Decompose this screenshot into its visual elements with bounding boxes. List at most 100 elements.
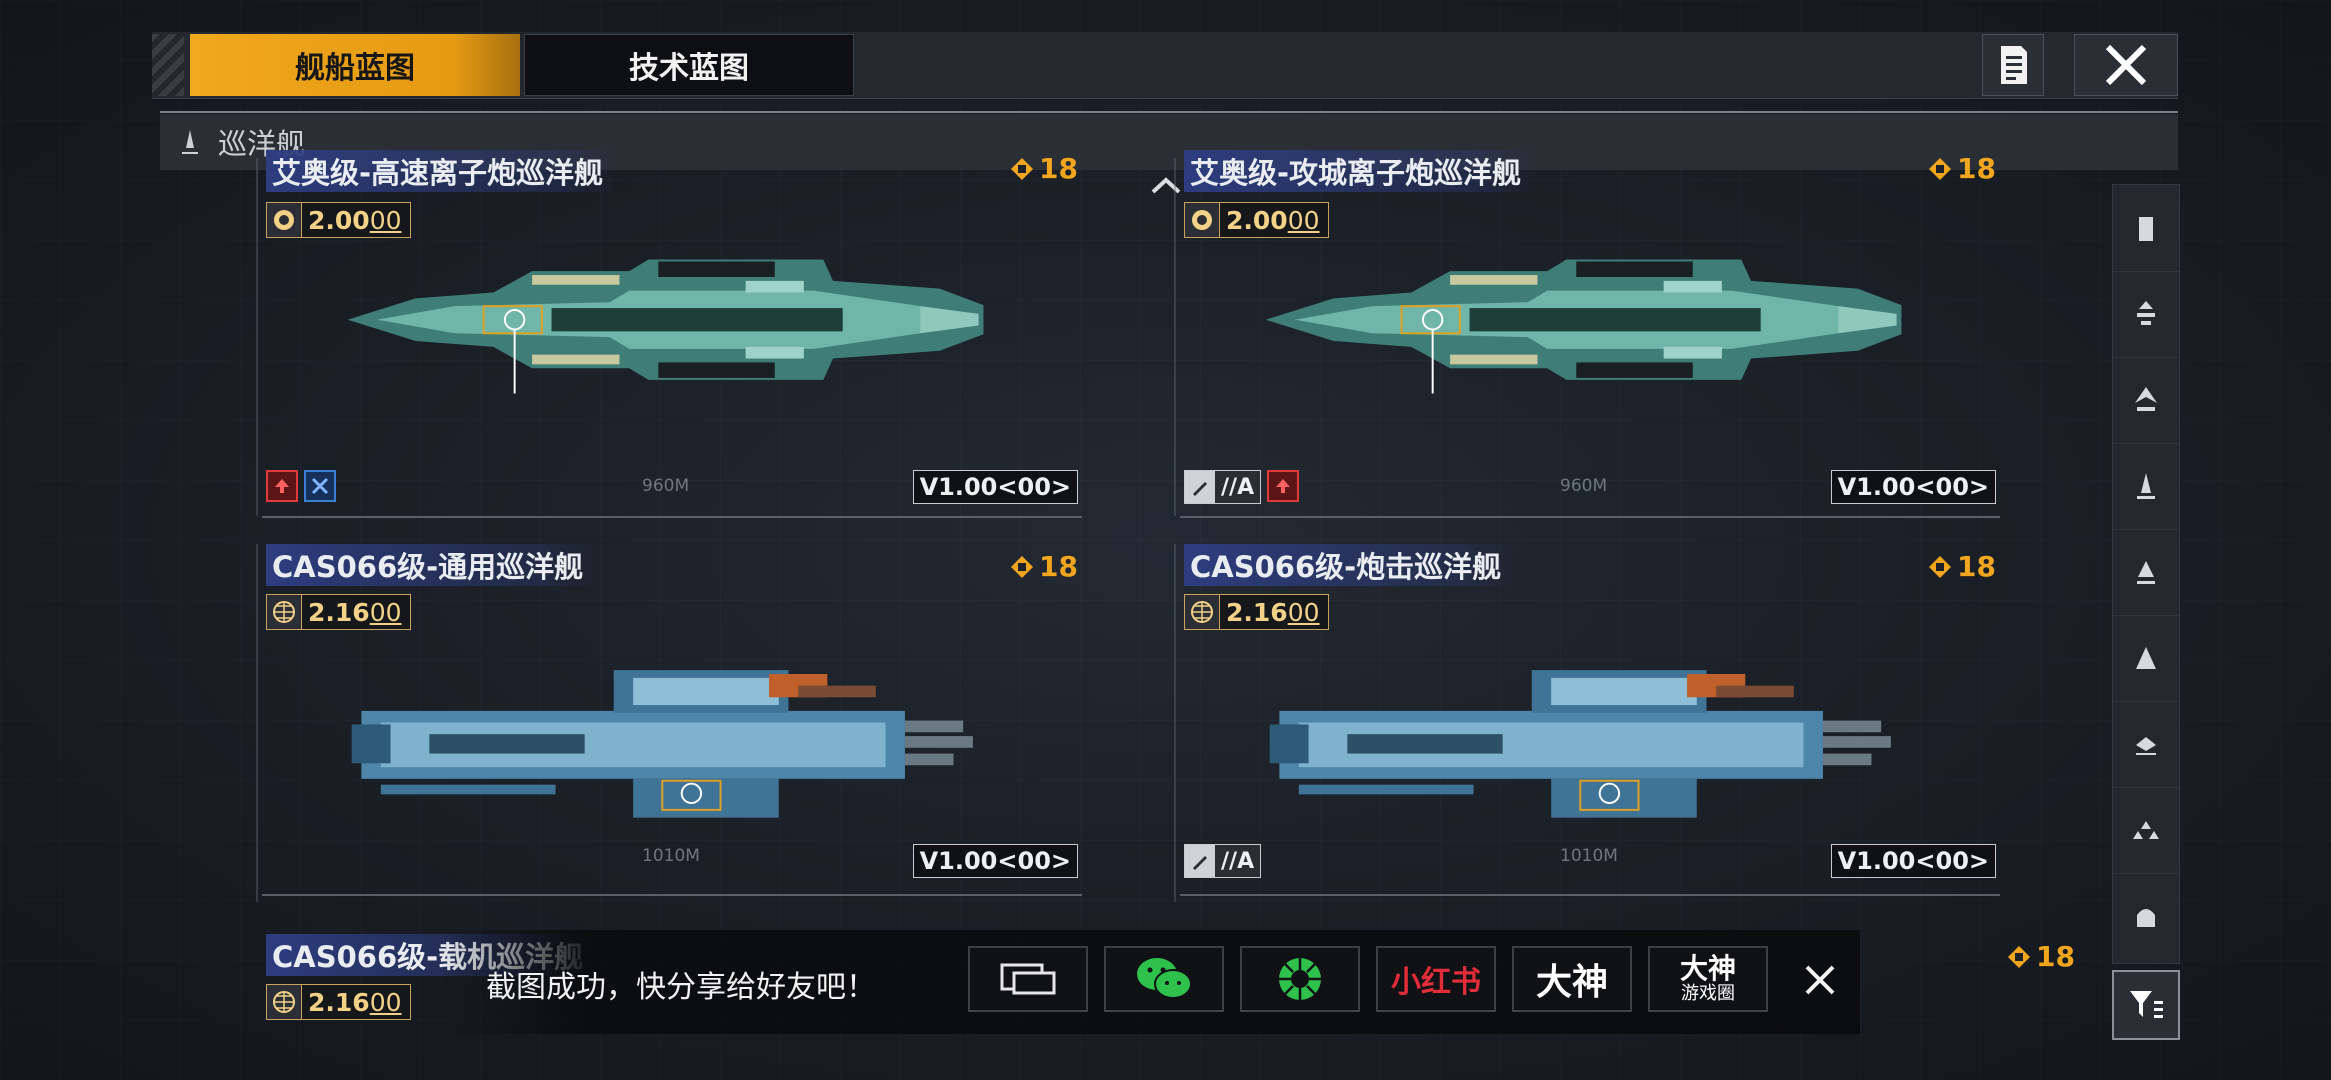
ship-tags: //A: [1184, 470, 1300, 504]
price-main: 2.16: [1226, 597, 1288, 627]
share-moments-button[interactable]: [1240, 946, 1360, 1012]
ship-cost-value: 18: [1039, 550, 1078, 583]
ship-tags: //A: [1184, 844, 1262, 878]
price-sub: 00: [369, 987, 402, 1017]
fighter-icon: [2133, 821, 2159, 839]
card-bottom-line: [1180, 516, 2000, 518]
cruiser-icon: [2137, 473, 2155, 499]
tab-tech-blueprint[interactable]: 技术蓝图: [524, 34, 854, 96]
weapon-tag-label: //A: [1215, 471, 1261, 503]
ship-cost: 18: [1927, 152, 1996, 185]
filter-battleship[interactable]: [2113, 615, 2179, 702]
dashen-circle-logo: 大神 游戏圈: [1680, 955, 1736, 1003]
wechat-icon: [1137, 958, 1192, 999]
close-icon: [1805, 965, 1835, 995]
card-frame: [256, 158, 258, 516]
share-dashen-circle-button[interactable]: 大神 游戏圈: [1648, 946, 1768, 1012]
dashen-logo: 大神: [1535, 962, 1608, 1003]
cost-icon: [1929, 157, 1952, 180]
ship-cost: 18: [1009, 550, 1078, 583]
blueprint-list-button[interactable]: [1982, 34, 2044, 96]
ship-cost: 18: [1927, 550, 1996, 583]
filter-corvette[interactable]: [2113, 873, 2179, 959]
ship-image: [1268, 669, 1892, 819]
ship-image: [350, 669, 974, 819]
cost-icon: [2008, 945, 2031, 968]
resource-icon: [267, 203, 302, 237]
cruiser-icon: [174, 126, 206, 158]
price-main: 2.16: [308, 597, 370, 627]
card-frame: [1174, 158, 1176, 516]
filter-destroyer[interactable]: [2113, 357, 2179, 444]
ship-title: 艾奥级-攻城离子炮巡洋舰: [1184, 150, 1534, 192]
red-upgrade-icon: [1267, 470, 1300, 502]
weapon-tag: //A: [1184, 470, 1262, 504]
share-toast: 截图成功，快分享给好友吧！ 小红书 大神 大神 游戏圈: [440, 930, 1860, 1034]
ship-card[interactable]: 艾奥级-高速离子炮巡洋舰 18 2.00 00 960M V1.00<00>: [256, 150, 1082, 518]
battlecruiser-icon: [2137, 561, 2155, 584]
resource-icon: [1185, 203, 1220, 237]
ship-cost-value: 18: [1039, 152, 1078, 185]
chevron-up-icon: [1150, 175, 1182, 199]
ship-version: V1.00<00>: [912, 470, 1078, 504]
ship-length: 1010M: [642, 846, 700, 866]
share-link-button[interactable]: [968, 946, 1088, 1012]
filter-battlecruiser[interactable]: [2113, 529, 2179, 616]
xiaohongshu-logo: 小红书: [1391, 965, 1481, 1000]
filter-carrier[interactable]: [2113, 185, 2179, 272]
blue-crossed-icon: [304, 470, 336, 502]
battleship-icon: [2136, 647, 2156, 669]
filter-button[interactable]: [2112, 970, 2180, 1040]
share-message: 截图成功，快分享给好友吧！: [486, 970, 876, 1005]
ship-version: V1.00<00>: [1830, 844, 1996, 878]
top-divider: [160, 111, 2178, 113]
ship-card[interactable]: CAS066级-炮击巡洋舰 18 2.16 00 //A 1010M V1.00…: [1174, 544, 2000, 902]
filter-cruiser[interactable]: [2113, 443, 2179, 530]
filter-auxiliary[interactable]: [2113, 701, 2179, 788]
ship-length: 960M: [1560, 476, 1608, 496]
close-icon: [2105, 44, 2147, 86]
cost-icon: [1011, 157, 1034, 180]
frigate-icon: [2137, 301, 2155, 325]
ship-image: [346, 258, 985, 395]
top-bar-stripe: [152, 34, 184, 96]
price-sub: 00: [369, 597, 402, 627]
price-main: 2.16: [308, 987, 370, 1017]
document-list-icon: [2001, 46, 2027, 84]
corvette-icon: [2137, 909, 2155, 927]
carrier-icon: [2139, 217, 2153, 241]
ship-card[interactable]: CAS066级-通用巡洋舰 18 2.16 00 1010M V1.00<00>: [256, 544, 1082, 902]
filter-fighter[interactable]: [2113, 787, 2179, 874]
share-xiaohongshu-button[interactable]: 小红书: [1376, 946, 1496, 1012]
ship-cost: 18: [1009, 152, 1078, 185]
card-frame: [1174, 544, 1176, 902]
ship-price: 2.16 00: [266, 984, 411, 1020]
ship-price: 2.16 00: [266, 594, 411, 630]
cost-icon: [1011, 555, 1034, 578]
dashen-circle-top: 大神: [1679, 952, 1736, 985]
ship-cost: 18: [2006, 940, 2075, 973]
ship-card[interactable]: 艾奥级-攻城离子炮巡洋舰 18 2.00 00 //A 960M V1.00<0…: [1174, 150, 2000, 518]
filter-frigate[interactable]: [2113, 271, 2179, 358]
wechat-moments-icon: [1279, 958, 1321, 1000]
share-close-button[interactable]: [1800, 960, 1840, 1000]
ship-title: CAS066级-炮击巡洋舰: [1184, 544, 1514, 586]
share-wechat-button[interactable]: [1104, 946, 1224, 1012]
close-button[interactable]: [2074, 34, 2178, 96]
weapon-tag: //A: [1184, 844, 1262, 878]
red-upgrade-icon: [266, 470, 298, 502]
globe-icon: [267, 595, 302, 629]
share-dashen-button[interactable]: 大神: [1512, 946, 1632, 1012]
tab-ship-blueprint[interactable]: 舰船蓝图: [190, 34, 520, 96]
dashen-circle-bottom: 游戏圈: [1680, 983, 1735, 1004]
globe-icon: [267, 985, 302, 1019]
ship-version: V1.00<00>: [1830, 470, 1996, 504]
weapon-tag-label: //A: [1215, 845, 1261, 877]
filter-icon: [2130, 991, 2163, 1018]
ship-cost-value: 18: [2036, 940, 2075, 973]
ship-version: V1.00<00>: [912, 844, 1078, 878]
destroyer-icon: [2135, 387, 2157, 411]
card-bottom-line: [262, 894, 1082, 896]
card-bottom-line: [262, 516, 1082, 518]
grey-weapon-icon: [1185, 471, 1215, 503]
